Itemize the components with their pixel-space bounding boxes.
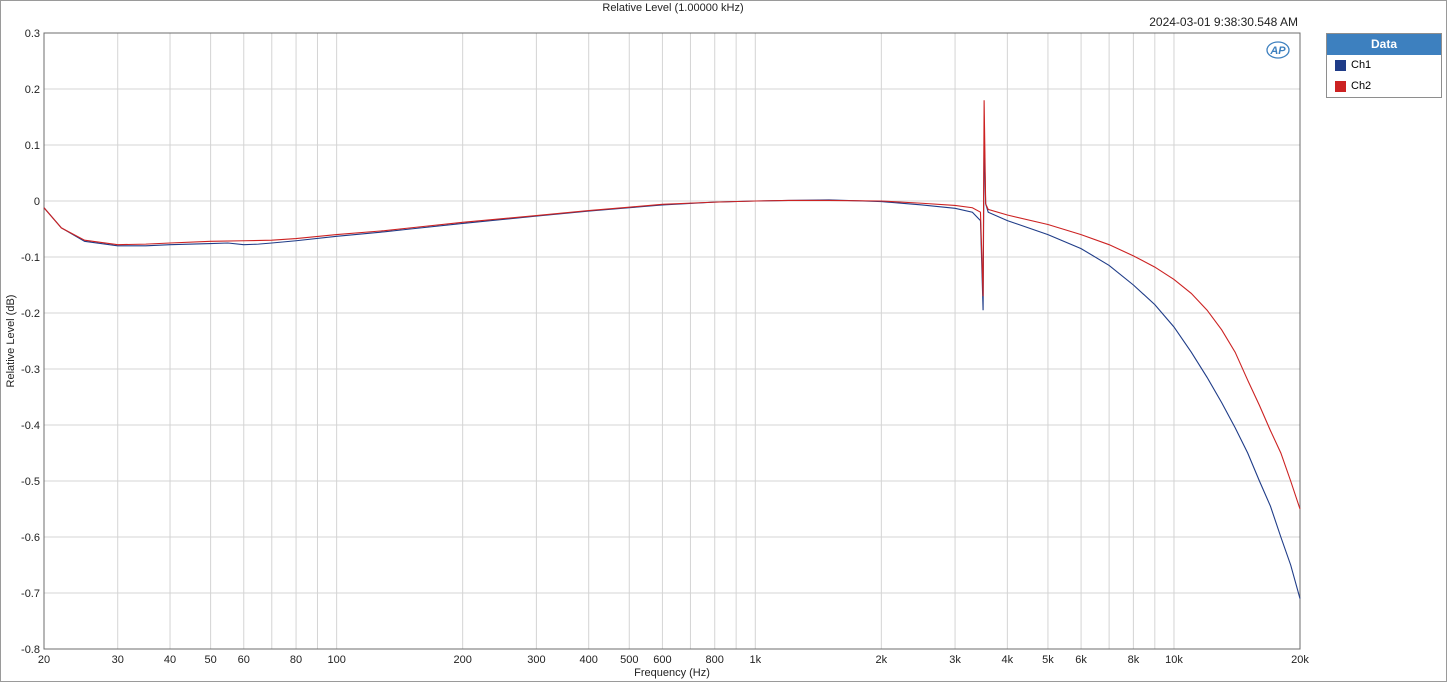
x-tick-label: 300 <box>527 654 545 666</box>
x-tick-label: 2k <box>876 654 888 666</box>
ap-logo-icon: AP <box>1266 41 1290 59</box>
axis-ticks: 20 30 40 50 60 80 100 200 300 400 500 600 800 1k 2k 3k 4… <box>21 28 1309 666</box>
x-tick-label: 40 <box>164 654 176 666</box>
x-tick-label: 400 <box>580 654 598 666</box>
x-tick-label: 500 <box>620 654 638 666</box>
y-tick-label: -0.2 <box>21 308 40 320</box>
x-tick-label: 60 <box>238 654 250 666</box>
x-tick-label: 4k <box>1002 654 1014 666</box>
legend-label-ch2: Ch2 <box>1351 80 1372 92</box>
x-tick-label: 80 <box>290 654 302 666</box>
x-tick-label: 30 <box>112 654 124 666</box>
legend-item-ch2[interactable]: Ch2 <box>1327 76 1441 97</box>
chart-plot: Relative Level (1.00000 kHz) 2024-03-01 … <box>5 2 1309 679</box>
grid <box>43 32 1301 650</box>
legend: Data Ch1 Ch2 <box>1326 33 1442 98</box>
x-tick-label: 1k <box>749 654 761 666</box>
x-tick-label: 200 <box>453 654 471 666</box>
x-tick-label: 800 <box>706 654 724 666</box>
x-tick-label: 20k <box>1291 654 1309 666</box>
ap-logo-text: AP <box>1269 45 1286 57</box>
plot-area-border <box>43 32 1301 650</box>
y-tick-label: 0.3 <box>25 28 40 40</box>
y-tick-label: 0.2 <box>25 84 40 96</box>
legend-swatch-ch2 <box>1335 81 1346 92</box>
y-tick-label: -0.5 <box>21 476 40 488</box>
chart-title: Relative Level (1.00000 kHz) <box>602 2 743 14</box>
series-layer <box>43 100 1301 599</box>
legend-title: Data <box>1327 34 1441 55</box>
x-axis-label: Frequency (Hz) <box>634 667 710 679</box>
legend-swatch-ch1 <box>1335 60 1346 71</box>
x-tick-label: 5k <box>1042 654 1054 666</box>
y-tick-label: -0.7 <box>21 588 40 600</box>
x-tick-label: 10k <box>1165 654 1183 666</box>
x-tick-label: 3k <box>949 654 961 666</box>
x-tick-label: 6k <box>1075 654 1087 666</box>
series-line-ch2 <box>43 100 1301 510</box>
x-tick-label: 100 <box>327 654 345 666</box>
y-tick-label: -0.1 <box>21 252 40 264</box>
y-tick-label: 0 <box>34 196 40 208</box>
y-tick-label: -0.6 <box>21 532 40 544</box>
y-tick-label: -0.8 <box>21 644 40 656</box>
x-tick-label: 50 <box>204 654 216 666</box>
y-tick-label: 0.1 <box>25 140 40 152</box>
legend-item-ch1[interactable]: Ch1 <box>1327 55 1441 76</box>
legend-label-ch1: Ch1 <box>1351 59 1372 71</box>
y-tick-label: -0.3 <box>21 364 40 376</box>
y-axis-label: Relative Level (dB) <box>5 295 17 388</box>
timestamp: 2024-03-01 9:38:30.548 AM <box>1149 15 1298 29</box>
y-tick-label: -0.4 <box>21 420 40 432</box>
x-tick-label: 8k <box>1128 654 1140 666</box>
x-tick-label: 600 <box>653 654 671 666</box>
